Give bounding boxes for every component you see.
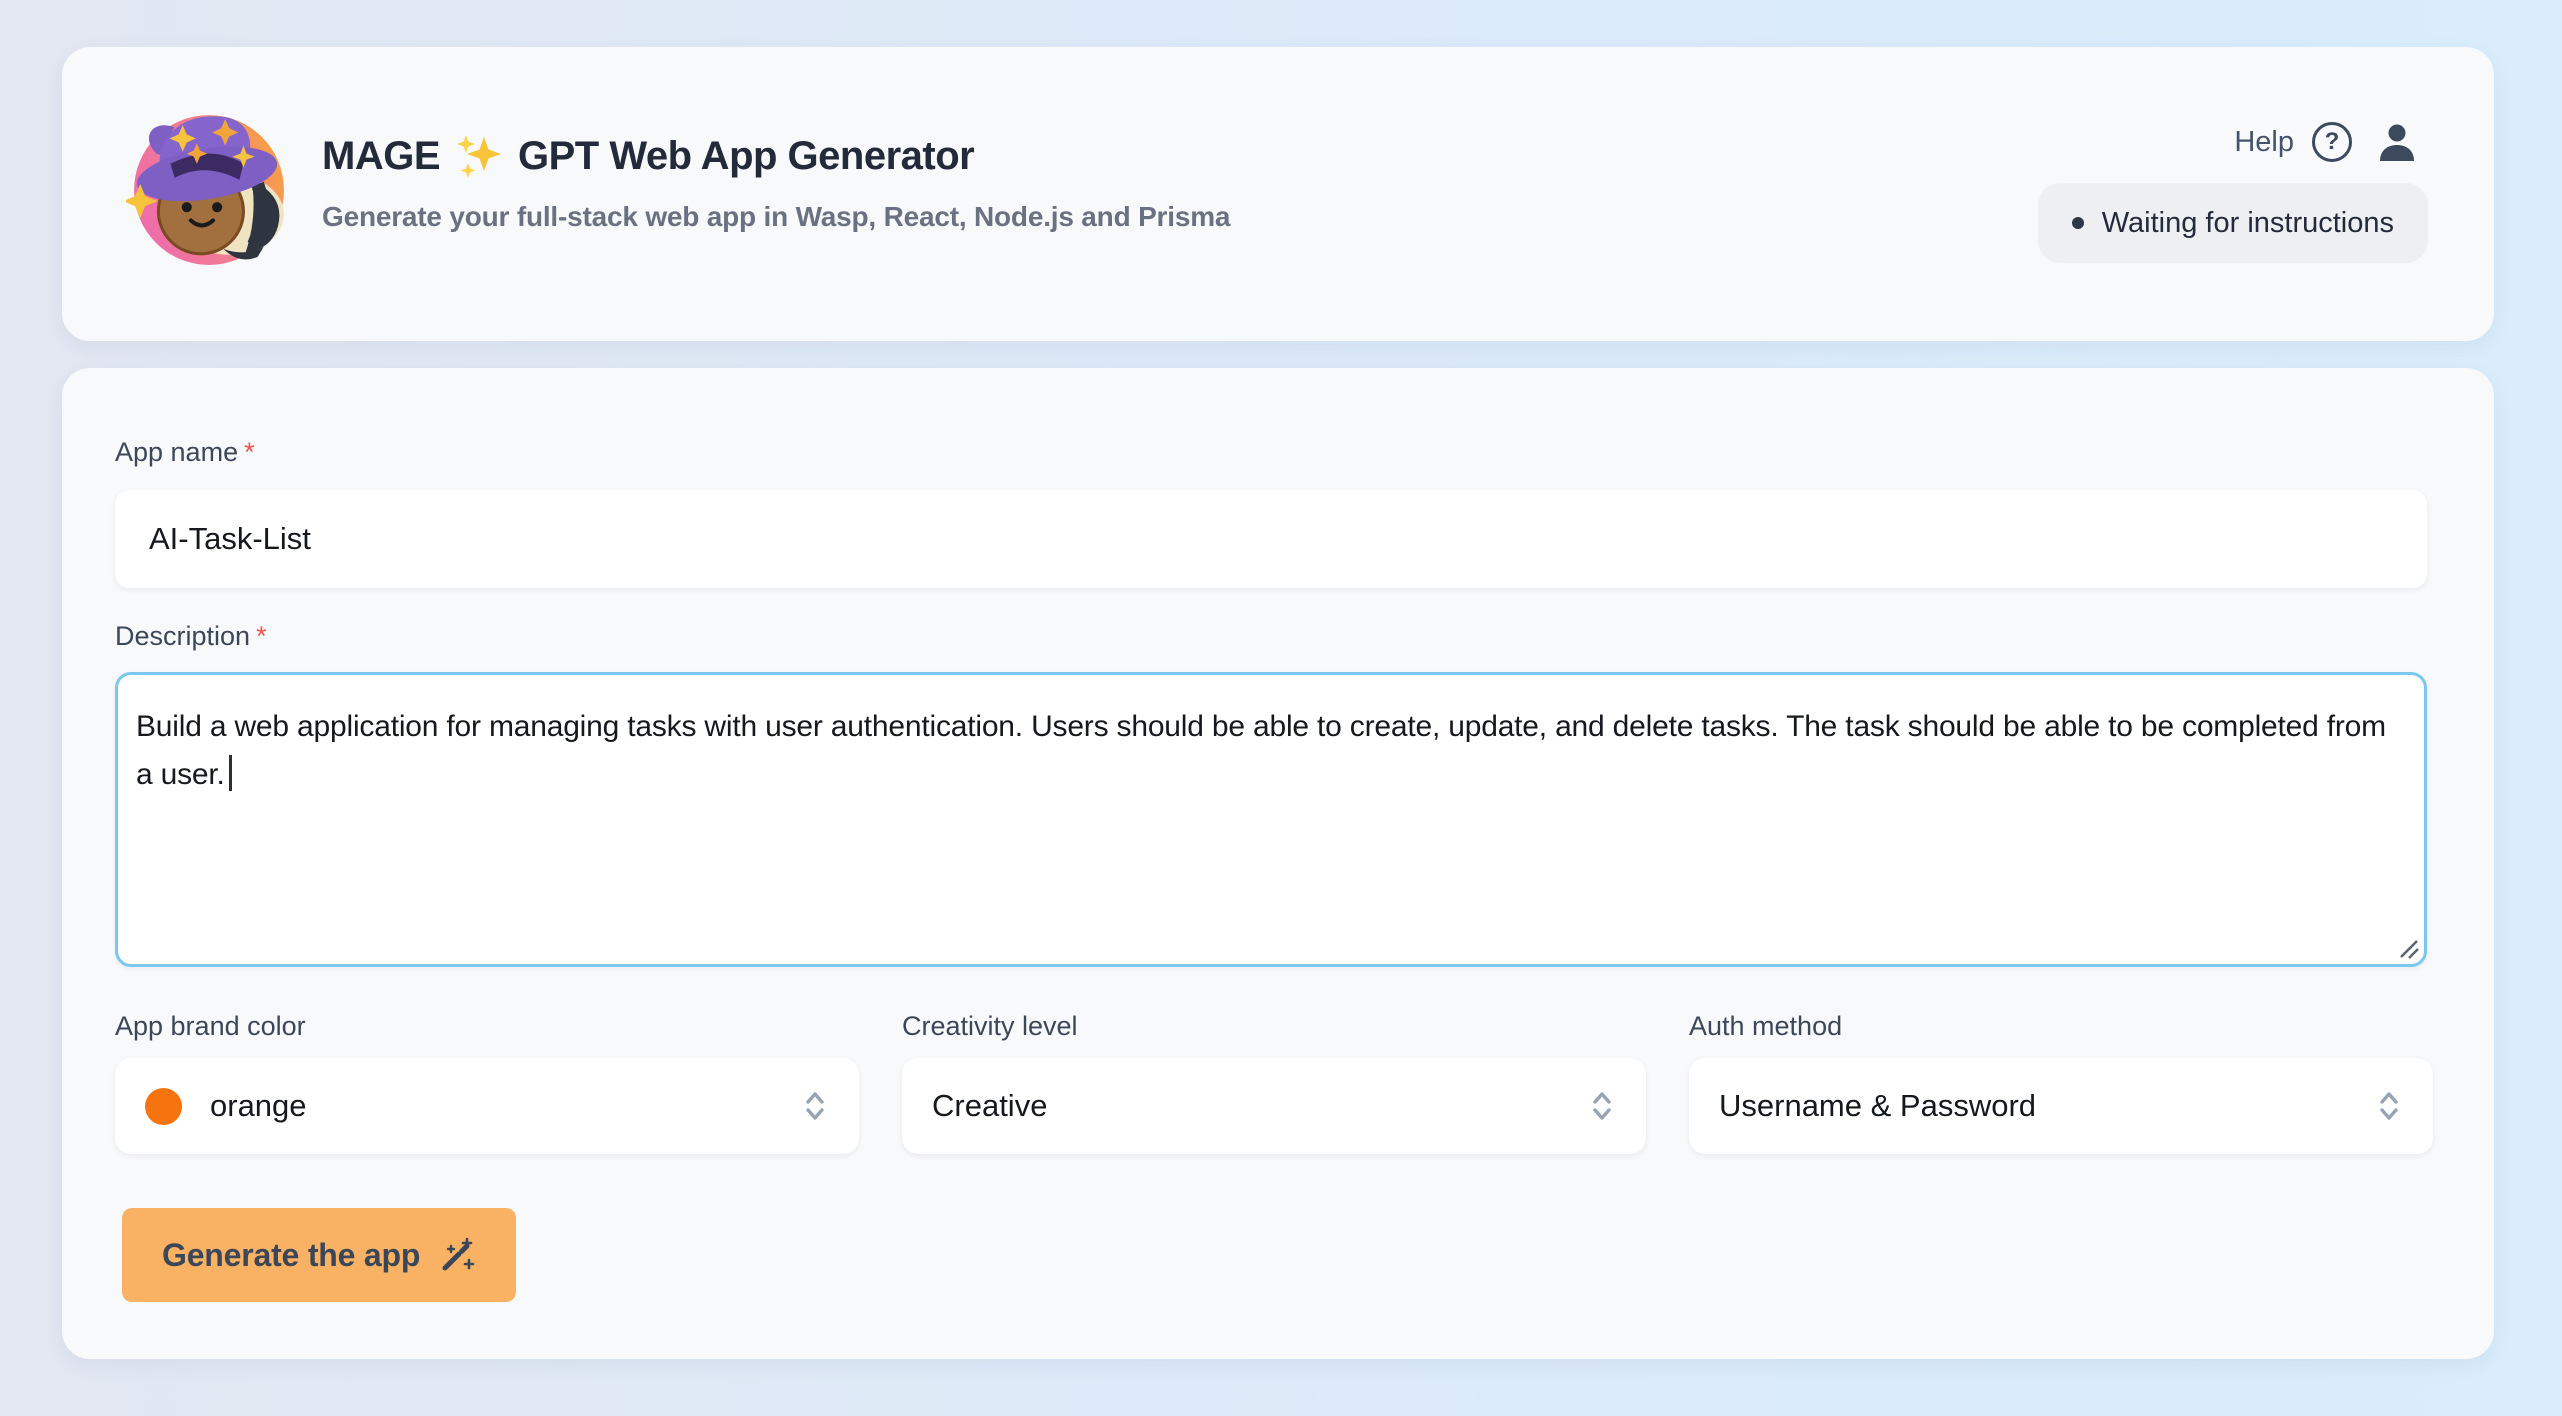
form-card: App name* Description* Build a web appli… <box>62 368 2494 1359</box>
creativity-label: Creativity level <box>902 1008 1646 1044</box>
title-block: MAGE GPT Web App Generator Generate your… <box>322 131 1230 235</box>
description-textarea-wrap: Build a web application for managing tas… <box>115 672 2427 967</box>
description-text: Build a web application for managing tas… <box>136 710 2386 791</box>
status-badge: Waiting for instructions <box>2038 183 2428 263</box>
status-text: Waiting for instructions <box>2102 207 2394 240</box>
brand-color-field: App brand color orange <box>115 1008 859 1154</box>
chevron-up-down-icon <box>1588 1088 1616 1124</box>
help-link[interactable]: Help <box>2234 126 2294 159</box>
description-label-text: Description <box>115 621 250 651</box>
auth-method-label: Auth method <box>1689 1008 2433 1044</box>
required-asterisk: * <box>256 621 267 651</box>
brand-color-label: App brand color <box>115 1008 859 1044</box>
question-mark-circle-icon[interactable] <box>2312 122 2352 162</box>
person-icon[interactable] <box>2376 121 2418 163</box>
generate-app-button-label: Generate the app <box>162 1237 420 1274</box>
creativity-select[interactable]: Creative <box>902 1058 1646 1154</box>
description-textarea[interactable]: Build a web application for managing tas… <box>115 672 2427 967</box>
auth-method-select[interactable]: Username & Password <box>1689 1058 2433 1154</box>
header-card: MAGE GPT Web App Generator Generate your… <box>62 47 2494 341</box>
magic-wand-icon <box>438 1236 476 1274</box>
page-subtitle: Generate your full-stack web app in Wasp… <box>322 199 1230 235</box>
required-asterisk: * <box>244 437 255 467</box>
sparkles-icon <box>456 133 502 179</box>
app-name-input[interactable] <box>115 490 2427 588</box>
description-label: Description* <box>115 618 267 654</box>
page-title: MAGE GPT Web App Generator <box>322 131 1230 181</box>
chevron-up-down-icon <box>801 1088 829 1124</box>
app-name-label-text: App name <box>115 437 238 467</box>
dot-icon <box>2072 217 2084 229</box>
creativity-field: Creativity level Creative <box>902 1008 1646 1154</box>
generate-app-button[interactable]: Generate the app <box>122 1208 516 1302</box>
brand-color-select[interactable]: orange <box>115 1058 859 1154</box>
title-suffix: GPT Web App Generator <box>518 131 974 181</box>
brand-color-value: orange <box>210 1088 801 1124</box>
auth-method-field: Auth method Username & Password <box>1689 1008 2433 1154</box>
chevron-up-down-icon <box>2375 1088 2403 1124</box>
title-prefix: MAGE <box>322 131 440 181</box>
creativity-value: Creative <box>932 1088 1588 1124</box>
orange-color-dot-icon <box>145 1088 182 1125</box>
resize-handle-icon[interactable] <box>2397 937 2419 959</box>
mage-wizard-bee-logo <box>126 107 288 269</box>
header-actions: Help <box>2234 119 2418 165</box>
app-name-label: App name* <box>115 434 255 470</box>
auth-method-value: Username & Password <box>1719 1088 2375 1124</box>
text-caret <box>229 755 232 791</box>
